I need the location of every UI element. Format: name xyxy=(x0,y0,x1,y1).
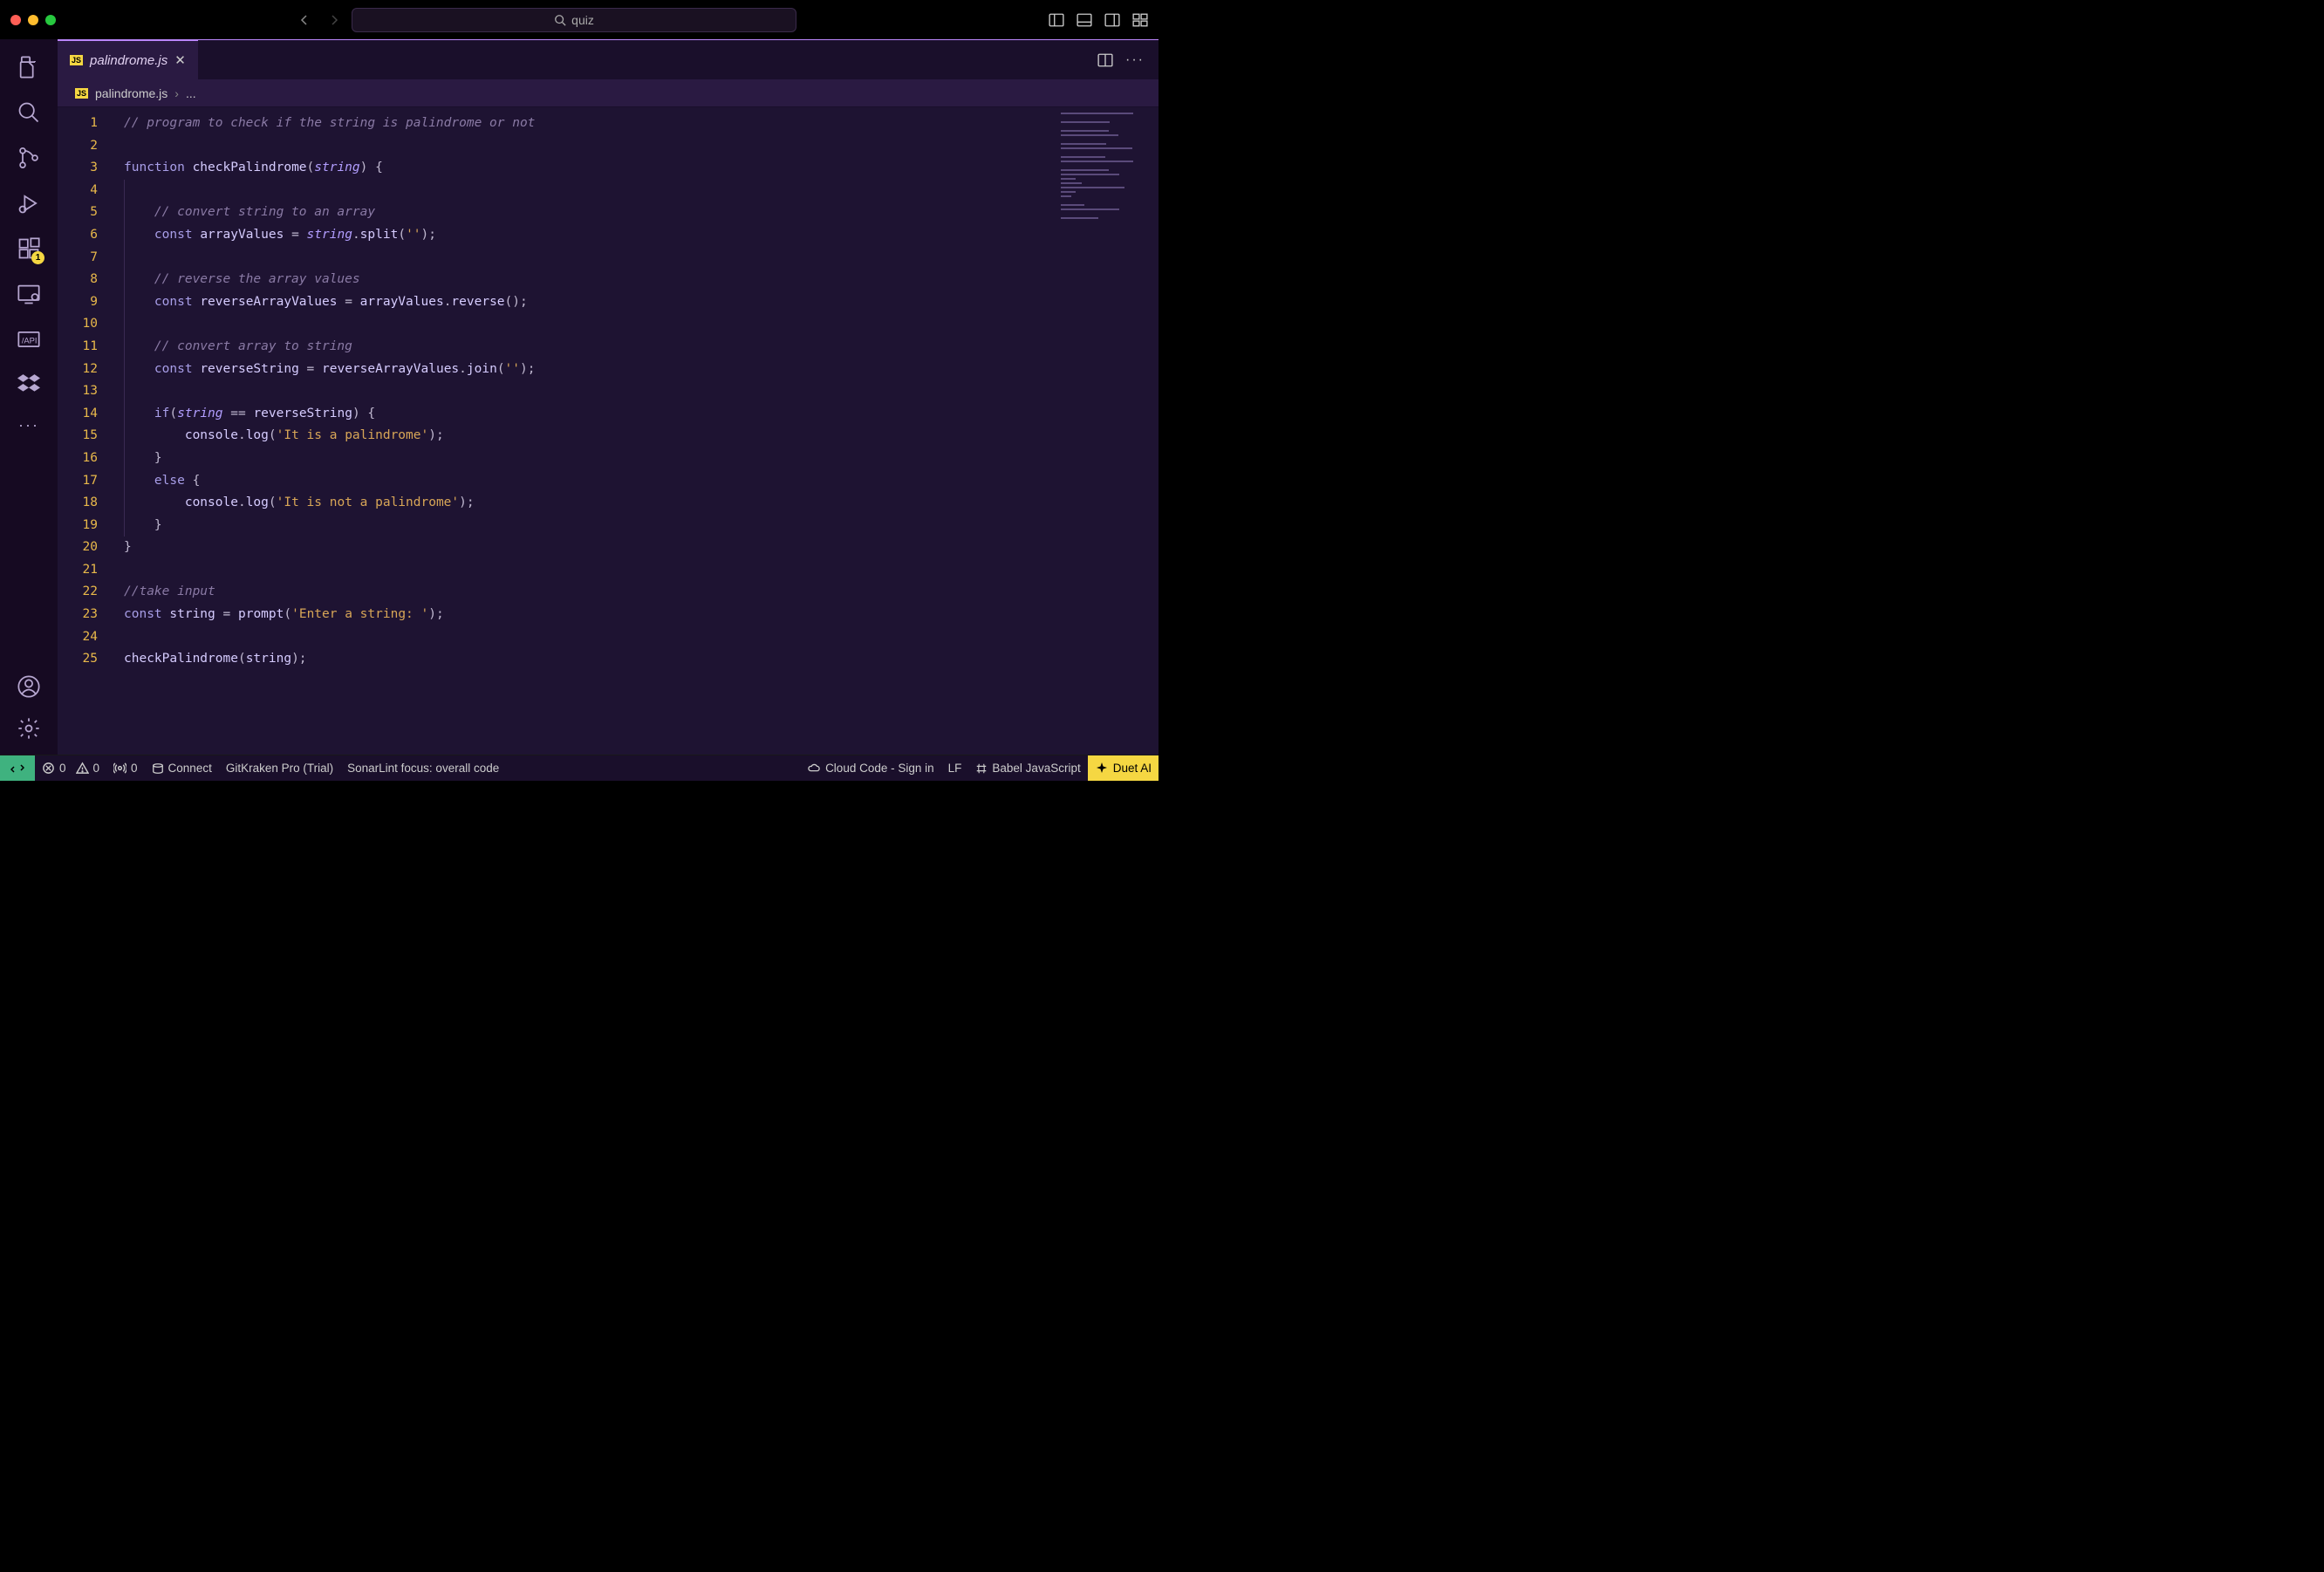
layout-right-icon[interactable] xyxy=(1104,12,1120,28)
window-controls xyxy=(10,15,56,25)
nav-arrows xyxy=(297,13,341,27)
settings-icon[interactable] xyxy=(17,716,41,741)
tab-bar: JS palindrome.js ✕ ··· xyxy=(58,39,1159,79)
maximize-window[interactable] xyxy=(45,15,56,25)
tab-palindrome[interactable]: JS palindrome.js ✕ xyxy=(58,40,198,79)
more-actions-icon[interactable]: ··· xyxy=(1125,52,1145,68)
activity-bar: 1 /API ··· xyxy=(0,39,58,755)
explorer-icon[interactable] xyxy=(17,55,41,79)
code-content[interactable]: // program to check if the string is pal… xyxy=(110,107,1054,755)
tab-actions: ··· xyxy=(1097,40,1159,79)
language-status[interactable]: Babel JavaScript xyxy=(968,755,1087,781)
cloudcode-status[interactable]: Cloud Code - Sign in xyxy=(800,755,941,781)
source-control-icon[interactable] xyxy=(17,146,41,170)
breadcrumb-file: palindrome.js xyxy=(95,86,167,100)
close-tab-icon[interactable]: ✕ xyxy=(174,52,186,68)
extensions-icon[interactable]: 1 xyxy=(17,236,41,261)
close-window[interactable] xyxy=(10,15,21,25)
remote-indicator[interactable] xyxy=(0,755,35,781)
sonarlint-status[interactable]: SonarLint focus: overall code xyxy=(340,755,506,781)
line-gutter: 1234567891011121314151617181920212223242… xyxy=(58,107,110,755)
run-debug-icon[interactable] xyxy=(17,191,41,215)
forward-icon[interactable] xyxy=(327,13,341,27)
editor: JS palindrome.js ✕ ··· JS palindrome.js … xyxy=(58,39,1159,755)
search-box[interactable]: quiz xyxy=(352,8,796,32)
minimap[interactable] xyxy=(1054,107,1159,755)
svg-text:/API: /API xyxy=(22,337,38,345)
titlebar: quiz xyxy=(0,0,1159,39)
breadcrumb-rest: ... xyxy=(186,86,196,100)
connect-button[interactable]: Connect xyxy=(145,755,219,781)
layout-customize-icon[interactable] xyxy=(1132,12,1148,28)
remote-explorer-icon[interactable] xyxy=(17,282,41,306)
breadcrumb-js-badge: JS xyxy=(75,88,88,99)
layout-left-icon[interactable] xyxy=(1049,12,1064,28)
account-icon[interactable] xyxy=(17,674,41,699)
search-text: quiz xyxy=(571,13,594,27)
eol-status[interactable]: LF xyxy=(941,755,969,781)
ports-indicator[interactable]: 0 xyxy=(106,755,145,781)
problems-indicator[interactable]: 0 0 xyxy=(35,755,106,781)
breadcrumb[interactable]: JS palindrome.js › ... xyxy=(58,79,1159,107)
minimize-window[interactable] xyxy=(28,15,38,25)
breadcrumb-sep: › xyxy=(174,86,179,100)
more-icon[interactable]: ··· xyxy=(18,416,39,434)
layout-controls xyxy=(1049,12,1148,28)
status-bar: 0 0 0 Connect GitKraken Pro (Trial) Sona… xyxy=(0,755,1159,781)
split-editor-icon[interactable] xyxy=(1097,52,1113,68)
extensions-badge: 1 xyxy=(31,251,44,264)
duet-ai-button[interactable]: Duet AI xyxy=(1088,755,1159,781)
layout-bottom-icon[interactable] xyxy=(1077,12,1092,28)
gitkraken-status[interactable]: GitKraken Pro (Trial) xyxy=(219,755,340,781)
api-icon[interactable]: /API xyxy=(17,327,41,352)
code-area[interactable]: 1234567891011121314151617181920212223242… xyxy=(58,107,1159,755)
js-badge: JS xyxy=(70,55,83,65)
tab-filename: palindrome.js xyxy=(90,53,167,68)
back-icon[interactable] xyxy=(297,13,311,27)
search-icon xyxy=(554,14,566,26)
search-activity-icon[interactable] xyxy=(17,100,41,125)
dropbox-icon[interactable] xyxy=(17,372,40,395)
